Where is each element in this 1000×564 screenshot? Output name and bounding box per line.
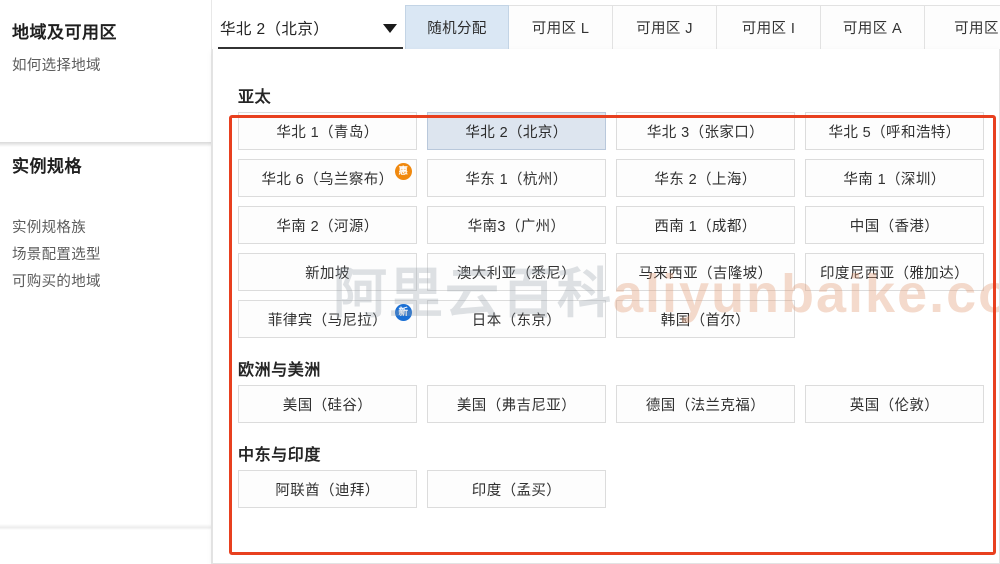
region-tile-label: 华北 3（张家口） bbox=[646, 124, 765, 141]
region-tile[interactable]: 美国（弗吉尼亚） bbox=[427, 385, 606, 423]
region-tile[interactable]: 华北 5（呼和浩特） bbox=[805, 112, 984, 150]
region-tile[interactable]: 华北 2（北京） bbox=[427, 112, 606, 150]
region-tile[interactable]: 中国（香港） bbox=[805, 206, 984, 244]
region-tile[interactable]: 华北 3（张家口） bbox=[616, 112, 795, 150]
region-tile[interactable]: 马来西亚（吉隆坡） bbox=[616, 253, 795, 291]
region-tile[interactable]: 新加坡 bbox=[238, 253, 417, 291]
region-tile[interactable]: 菲律宾（马尼拉） 新 bbox=[238, 300, 417, 338]
region-tile-label: 华北 2（北京） bbox=[465, 124, 568, 141]
region-tile[interactable]: 德国（法兰克福） bbox=[616, 385, 795, 423]
region-select-value: 华北 2（北京） bbox=[220, 21, 330, 38]
region-tile[interactable]: 华南 1（深圳） bbox=[805, 159, 984, 197]
new-badge-icon: 新 bbox=[395, 304, 412, 321]
region-tile[interactable]: 西南 1（成都） bbox=[616, 206, 795, 244]
zone-tab-strip: 随机分配 可用区 L 可用区 J 可用区 I 可用区 A 可用区 bbox=[405, 5, 1000, 50]
region-tile[interactable]: 华北 6（乌兰察布）惠 bbox=[238, 159, 417, 197]
region-tile[interactable]: 美国（硅谷） bbox=[238, 385, 417, 423]
region-tile[interactable]: 日本（东京） bbox=[427, 300, 606, 338]
zone-tab-label: 可用区 I bbox=[741, 21, 796, 37]
region-tile-label: 华南 2（河源） bbox=[276, 218, 379, 235]
zone-tab-label: 随机分配 bbox=[427, 21, 487, 37]
region-tile[interactable]: 印度尼西亚（雅加达） bbox=[805, 253, 984, 291]
zone-tab-2[interactable]: 可用区 J bbox=[613, 5, 717, 50]
region-tile-label: 印度（孟买） bbox=[471, 482, 562, 499]
region-tile-label: 韩国（首尔） bbox=[660, 312, 751, 329]
sidebar-link-purchasable-regions[interactable]: 可购买的地域 bbox=[12, 270, 101, 291]
region-tile-label: 华东 2（上海） bbox=[654, 171, 757, 188]
region-tile-label: 华北 5（呼和浩特） bbox=[828, 124, 961, 141]
region-tile[interactable]: 英国（伦敦） bbox=[805, 385, 984, 423]
sidebar-link-instance-family[interactable]: 实例规格族 bbox=[12, 216, 86, 237]
region-tile-label: 华北 1（青岛） bbox=[276, 124, 379, 141]
sidebar-divider bbox=[0, 142, 211, 147]
zone-tab-3[interactable]: 可用区 I bbox=[717, 5, 821, 50]
region-tile-label: 英国（伦敦） bbox=[849, 397, 940, 414]
sidebar-heading-instance-spec: 实例规格 bbox=[12, 157, 82, 176]
region-tile-label: 菲律宾（马尼拉） bbox=[267, 312, 388, 329]
region-tile-label: 德国（法兰克福） bbox=[645, 397, 766, 414]
region-group-title-0: 亚太 bbox=[238, 89, 272, 106]
region-tile[interactable]: 华南 2（河源） bbox=[238, 206, 417, 244]
region-group-title-2: 中东与印度 bbox=[238, 447, 322, 464]
region-tile-label: 华南 1（深圳） bbox=[843, 171, 946, 188]
region-tile[interactable]: 澳大利亚（悉尼） bbox=[427, 253, 606, 291]
chevron-down-icon bbox=[383, 24, 397, 33]
region-tile[interactable]: 华东 2（上海） bbox=[616, 159, 795, 197]
sidebar-link-scenario-config[interactable]: 场景配置选型 bbox=[12, 243, 101, 264]
region-tile[interactable]: 华东 1（杭州） bbox=[427, 159, 606, 197]
region-tile-label: 华北 6（乌兰察布） bbox=[261, 171, 394, 188]
region-tile[interactable]: 华南3（广州） bbox=[427, 206, 606, 244]
region-tile[interactable]: 韩国（首尔） bbox=[616, 300, 795, 338]
sidebar-heading-region: 地域及可用区 bbox=[12, 23, 117, 42]
zone-tab-5[interactable]: 可用区 bbox=[925, 5, 1000, 50]
region-tile-label: 阿联酋（迪拜） bbox=[275, 482, 380, 499]
sidebar-link-how-to-choose-region[interactable]: 如何选择地域 bbox=[12, 54, 101, 75]
region-tile-label: 华南3（广州） bbox=[467, 218, 566, 235]
zone-tab-label: 可用区 J bbox=[636, 21, 693, 37]
region-dropdown-panel: 亚太华北 1（青岛） 华北 2（北京） 华北 3（张家口） 华北 5（呼和浩特） 华北 … bbox=[212, 49, 1000, 564]
region-tile-label: 澳大利亚（悉尼） bbox=[456, 265, 577, 282]
region-tile-label: 中国（香港） bbox=[849, 218, 940, 235]
region-tile-label: 西南 1（成都） bbox=[654, 218, 757, 235]
zone-tab-label: 可用区 L bbox=[531, 21, 590, 37]
zone-tab-0[interactable]: 随机分配 bbox=[405, 5, 509, 50]
region-group-title-1: 欧洲与美洲 bbox=[238, 362, 322, 379]
region-tile-label: 日本（东京） bbox=[471, 312, 562, 329]
sidebar-bottom-divider bbox=[0, 524, 211, 530]
page-root: 地域及可用区 如何选择地域 实例规格 实例规格族 场景配置选型 可购买的地域 华… bbox=[0, 0, 1000, 564]
left-sidebar: 地域及可用区 如何选择地域 实例规格 实例规格族 场景配置选型 可购买的地域 bbox=[0, 0, 212, 564]
region-tile-label: 美国（弗吉尼亚） bbox=[456, 397, 577, 414]
region-select[interactable]: 华北 2（北京） bbox=[218, 6, 403, 49]
region-tile-label: 华东 1（杭州） bbox=[465, 171, 568, 188]
zone-tab-1[interactable]: 可用区 L bbox=[509, 5, 613, 50]
zone-tab-label: 可用区 bbox=[954, 21, 999, 37]
region-tile[interactable]: 阿联酋（迪拜） bbox=[238, 470, 417, 508]
discount-badge-icon: 惠 bbox=[395, 163, 412, 180]
region-tile[interactable]: 华北 1（青岛） bbox=[238, 112, 417, 150]
region-tile-label: 新加坡 bbox=[305, 265, 350, 282]
region-tile-label: 美国（硅谷） bbox=[282, 397, 373, 414]
zone-tab-4[interactable]: 可用区 A bbox=[821, 5, 925, 50]
region-tile-label: 印度尼西亚（雅加达） bbox=[820, 265, 969, 282]
region-tile[interactable]: 印度（孟买） bbox=[427, 470, 606, 508]
zone-tab-label: 可用区 A bbox=[842, 21, 903, 37]
region-tile-label: 马来西亚（吉隆坡） bbox=[638, 265, 773, 282]
